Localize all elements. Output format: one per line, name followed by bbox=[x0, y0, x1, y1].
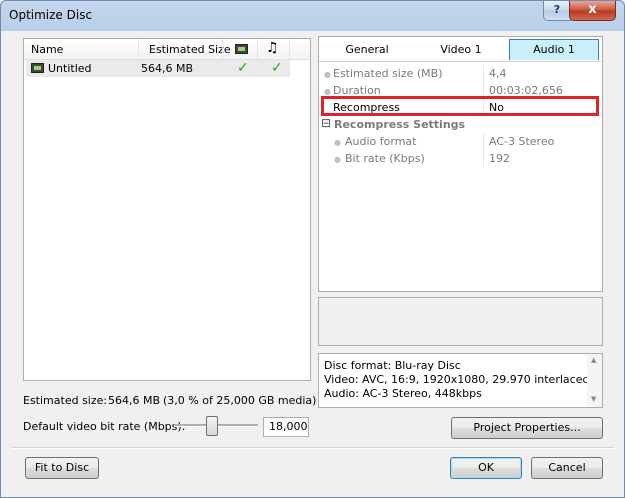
footer-divider bbox=[11, 447, 614, 449]
bitrate-slider[interactable] bbox=[174, 416, 258, 436]
file-list-header: Name Estimated Size ♫ bbox=[24, 39, 310, 60]
table-row[interactable]: Untitled 564,6 MB ✓ ✓ bbox=[26, 60, 290, 77]
tab-video-1[interactable]: Video 1 bbox=[413, 39, 509, 60]
disc-info-box[interactable]: Disc format: Blu-ray Disc Video: AVC, 16… bbox=[318, 353, 603, 408]
info-scrollbar[interactable]: ▲ ▼ bbox=[587, 354, 602, 407]
row-size: 564,6 MB bbox=[141, 62, 194, 75]
film-icon bbox=[31, 63, 44, 73]
project-properties-button[interactable]: Project Properties... bbox=[451, 417, 603, 439]
section-title: Recompress Settings bbox=[334, 118, 466, 131]
close-button[interactable]: x bbox=[569, 1, 616, 21]
video-column-film-icon bbox=[235, 44, 248, 54]
scroll-up-icon[interactable]: ▲ bbox=[591, 356, 596, 364]
disc-format-line: Disc format: Blu-ray Disc bbox=[324, 359, 461, 372]
tab-divider bbox=[319, 61, 601, 62]
row-name: Untitled bbox=[48, 62, 92, 75]
bitrate-label: Default video bit rate (Mbps): bbox=[23, 420, 186, 433]
cancel-button[interactable]: Cancel bbox=[531, 457, 603, 479]
property-value: 4,4 bbox=[489, 67, 507, 80]
video-info-line: Video: AVC, 16:9, 1920x1080, 29.970 inte… bbox=[324, 373, 590, 386]
property-value: 192 bbox=[489, 152, 510, 165]
bullet-icon: ● bbox=[324, 87, 331, 96]
recompress-settings-section[interactable]: ⊟ Recompress Settings bbox=[319, 116, 601, 133]
property-label: Audio format bbox=[345, 135, 417, 148]
property-row-audio-format[interactable]: ● Audio format AC-3 Stereo bbox=[319, 133, 602, 150]
audio-column-music-note-icon: ♫ bbox=[266, 40, 279, 56]
video-checkmark-icon: ✓ bbox=[237, 60, 249, 76]
property-description-area bbox=[318, 297, 603, 346]
tab-general[interactable]: General bbox=[320, 39, 414, 60]
property-label: Bit rate (Kbps) bbox=[345, 152, 425, 165]
bullet-icon: ● bbox=[334, 138, 341, 147]
property-value: AC-3 Stereo bbox=[489, 135, 555, 148]
fit-to-disc-button[interactable]: Fit to Disc bbox=[25, 457, 99, 479]
estimated-size-label: Estimated size: bbox=[23, 394, 108, 407]
recompress-highlight-box bbox=[321, 96, 599, 116]
estimated-size-detail: (3,0 % of 25,000 GB media) bbox=[163, 394, 317, 407]
bullet-icon: ● bbox=[324, 70, 331, 79]
column-header-name[interactable]: Name bbox=[31, 43, 63, 56]
ok-button[interactable]: OK bbox=[450, 457, 522, 479]
property-row-bit-rate[interactable]: ● Bit rate (Kbps) 192 bbox=[319, 150, 602, 167]
bullet-icon: ● bbox=[334, 155, 341, 164]
window-title: Optimize Disc bbox=[9, 8, 93, 22]
optimize-disc-dialog: Optimize Disc ? x Name Estimated Size ♫ … bbox=[0, 0, 625, 498]
audio-info-line: Audio: AC-3 Stereo, 448kbps bbox=[324, 387, 482, 400]
estimated-size-value: 564,6 MB bbox=[108, 394, 161, 407]
file-list[interactable]: Name Estimated Size ♫ Untitled 564,6 MB … bbox=[23, 38, 311, 381]
tab-bar: General Video 1 Audio 1 bbox=[320, 39, 601, 61]
property-label: Estimated size (MB) bbox=[333, 67, 443, 80]
property-row-estimated-size[interactable]: ● Estimated size (MB) 4,4 bbox=[319, 65, 602, 82]
scroll-down-icon[interactable]: ▼ bbox=[591, 395, 596, 403]
help-button[interactable]: ? bbox=[543, 1, 571, 21]
bitrate-input-value: 18,000 bbox=[269, 420, 308, 433]
tab-audio-1[interactable]: Audio 1 bbox=[509, 39, 599, 60]
bitrate-input[interactable]: 18,000 bbox=[263, 417, 309, 437]
slider-thumb[interactable] bbox=[206, 416, 218, 436]
column-header-estimated-size[interactable]: Estimated Size bbox=[149, 43, 231, 56]
collapse-toggle-icon[interactable]: ⊟ bbox=[321, 116, 331, 130]
audio-checkmark-icon: ✓ bbox=[271, 60, 283, 76]
